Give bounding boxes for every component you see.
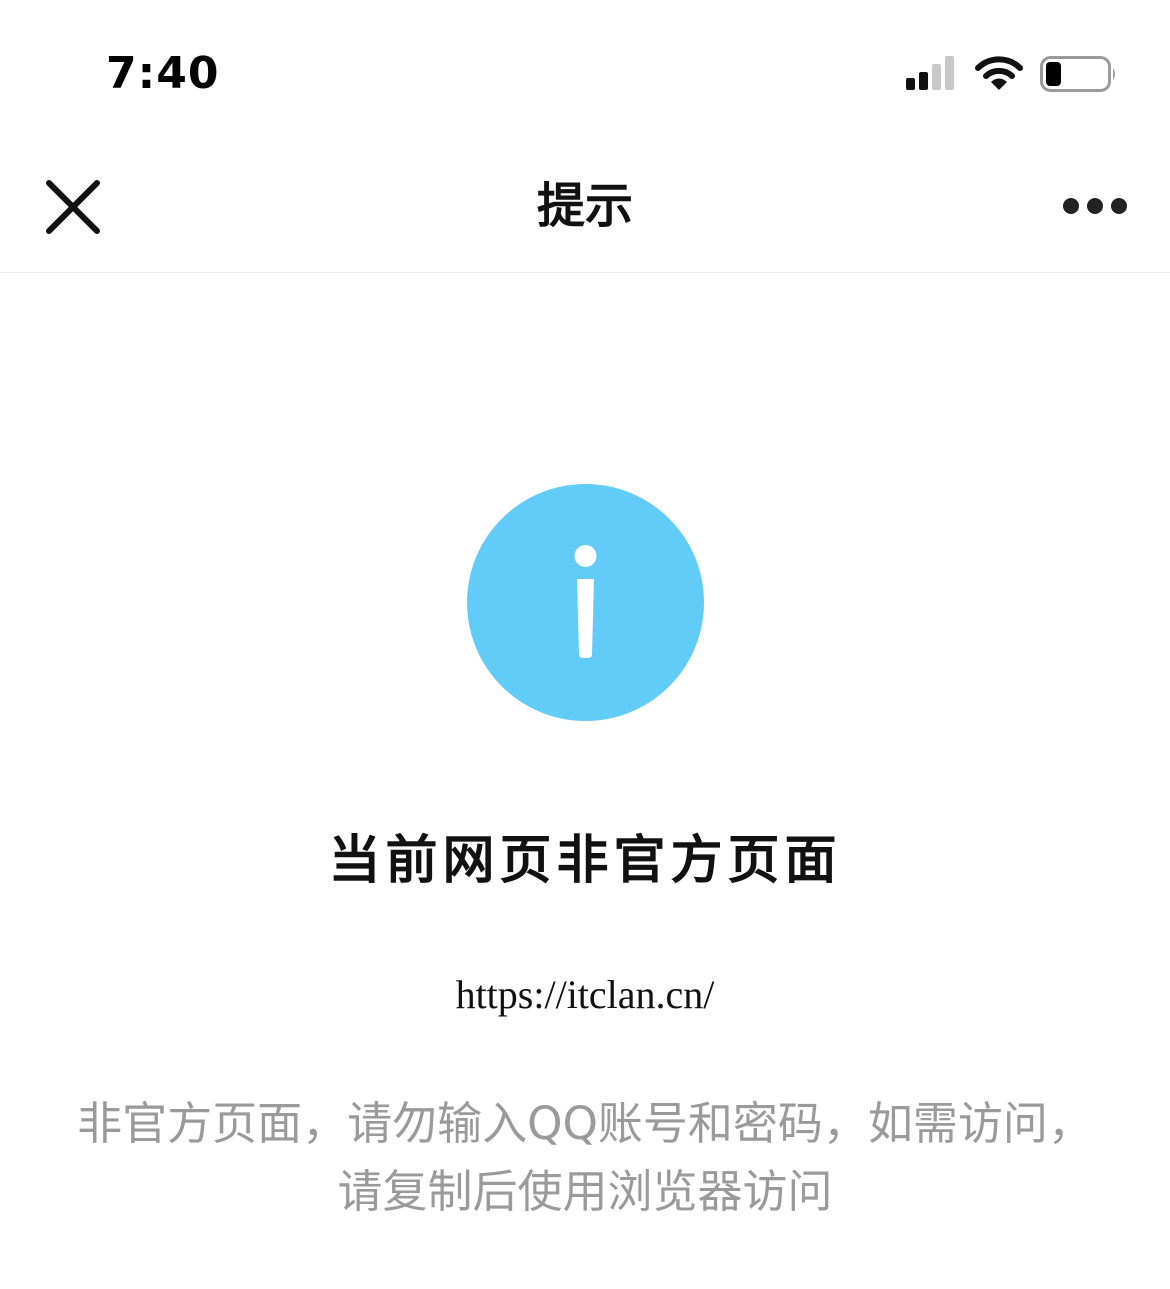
info-icon [467, 484, 704, 721]
status-time: 7:40 [106, 48, 220, 99]
nav-title: 提示 [536, 178, 633, 234]
page-url: https://itclan.cn/ [455, 972, 715, 1017]
warning-message: 非官方页面，请勿输入QQ账号和密码，如需访问， 请复制后使用浏览器访问 [40, 1090, 1130, 1226]
more-horizontal-icon [1063, 198, 1127, 214]
nav-bar: 提示 [0, 140, 1170, 273]
cellular-signal-icon [906, 56, 960, 92]
warning-message-line-1: 非官方页面，请勿输入QQ账号和密码，如需访问， [77, 1097, 1093, 1150]
status-bar: 7:40 [0, 0, 1170, 140]
more-button[interactable] [1056, 188, 1134, 224]
wifi-icon [974, 54, 1024, 92]
battery-low-icon [1040, 56, 1118, 92]
warning-message-line-2: 请复制后使用浏览器访问 [337, 1165, 833, 1218]
warning-title: 当前网页非官方页面 [328, 831, 842, 891]
